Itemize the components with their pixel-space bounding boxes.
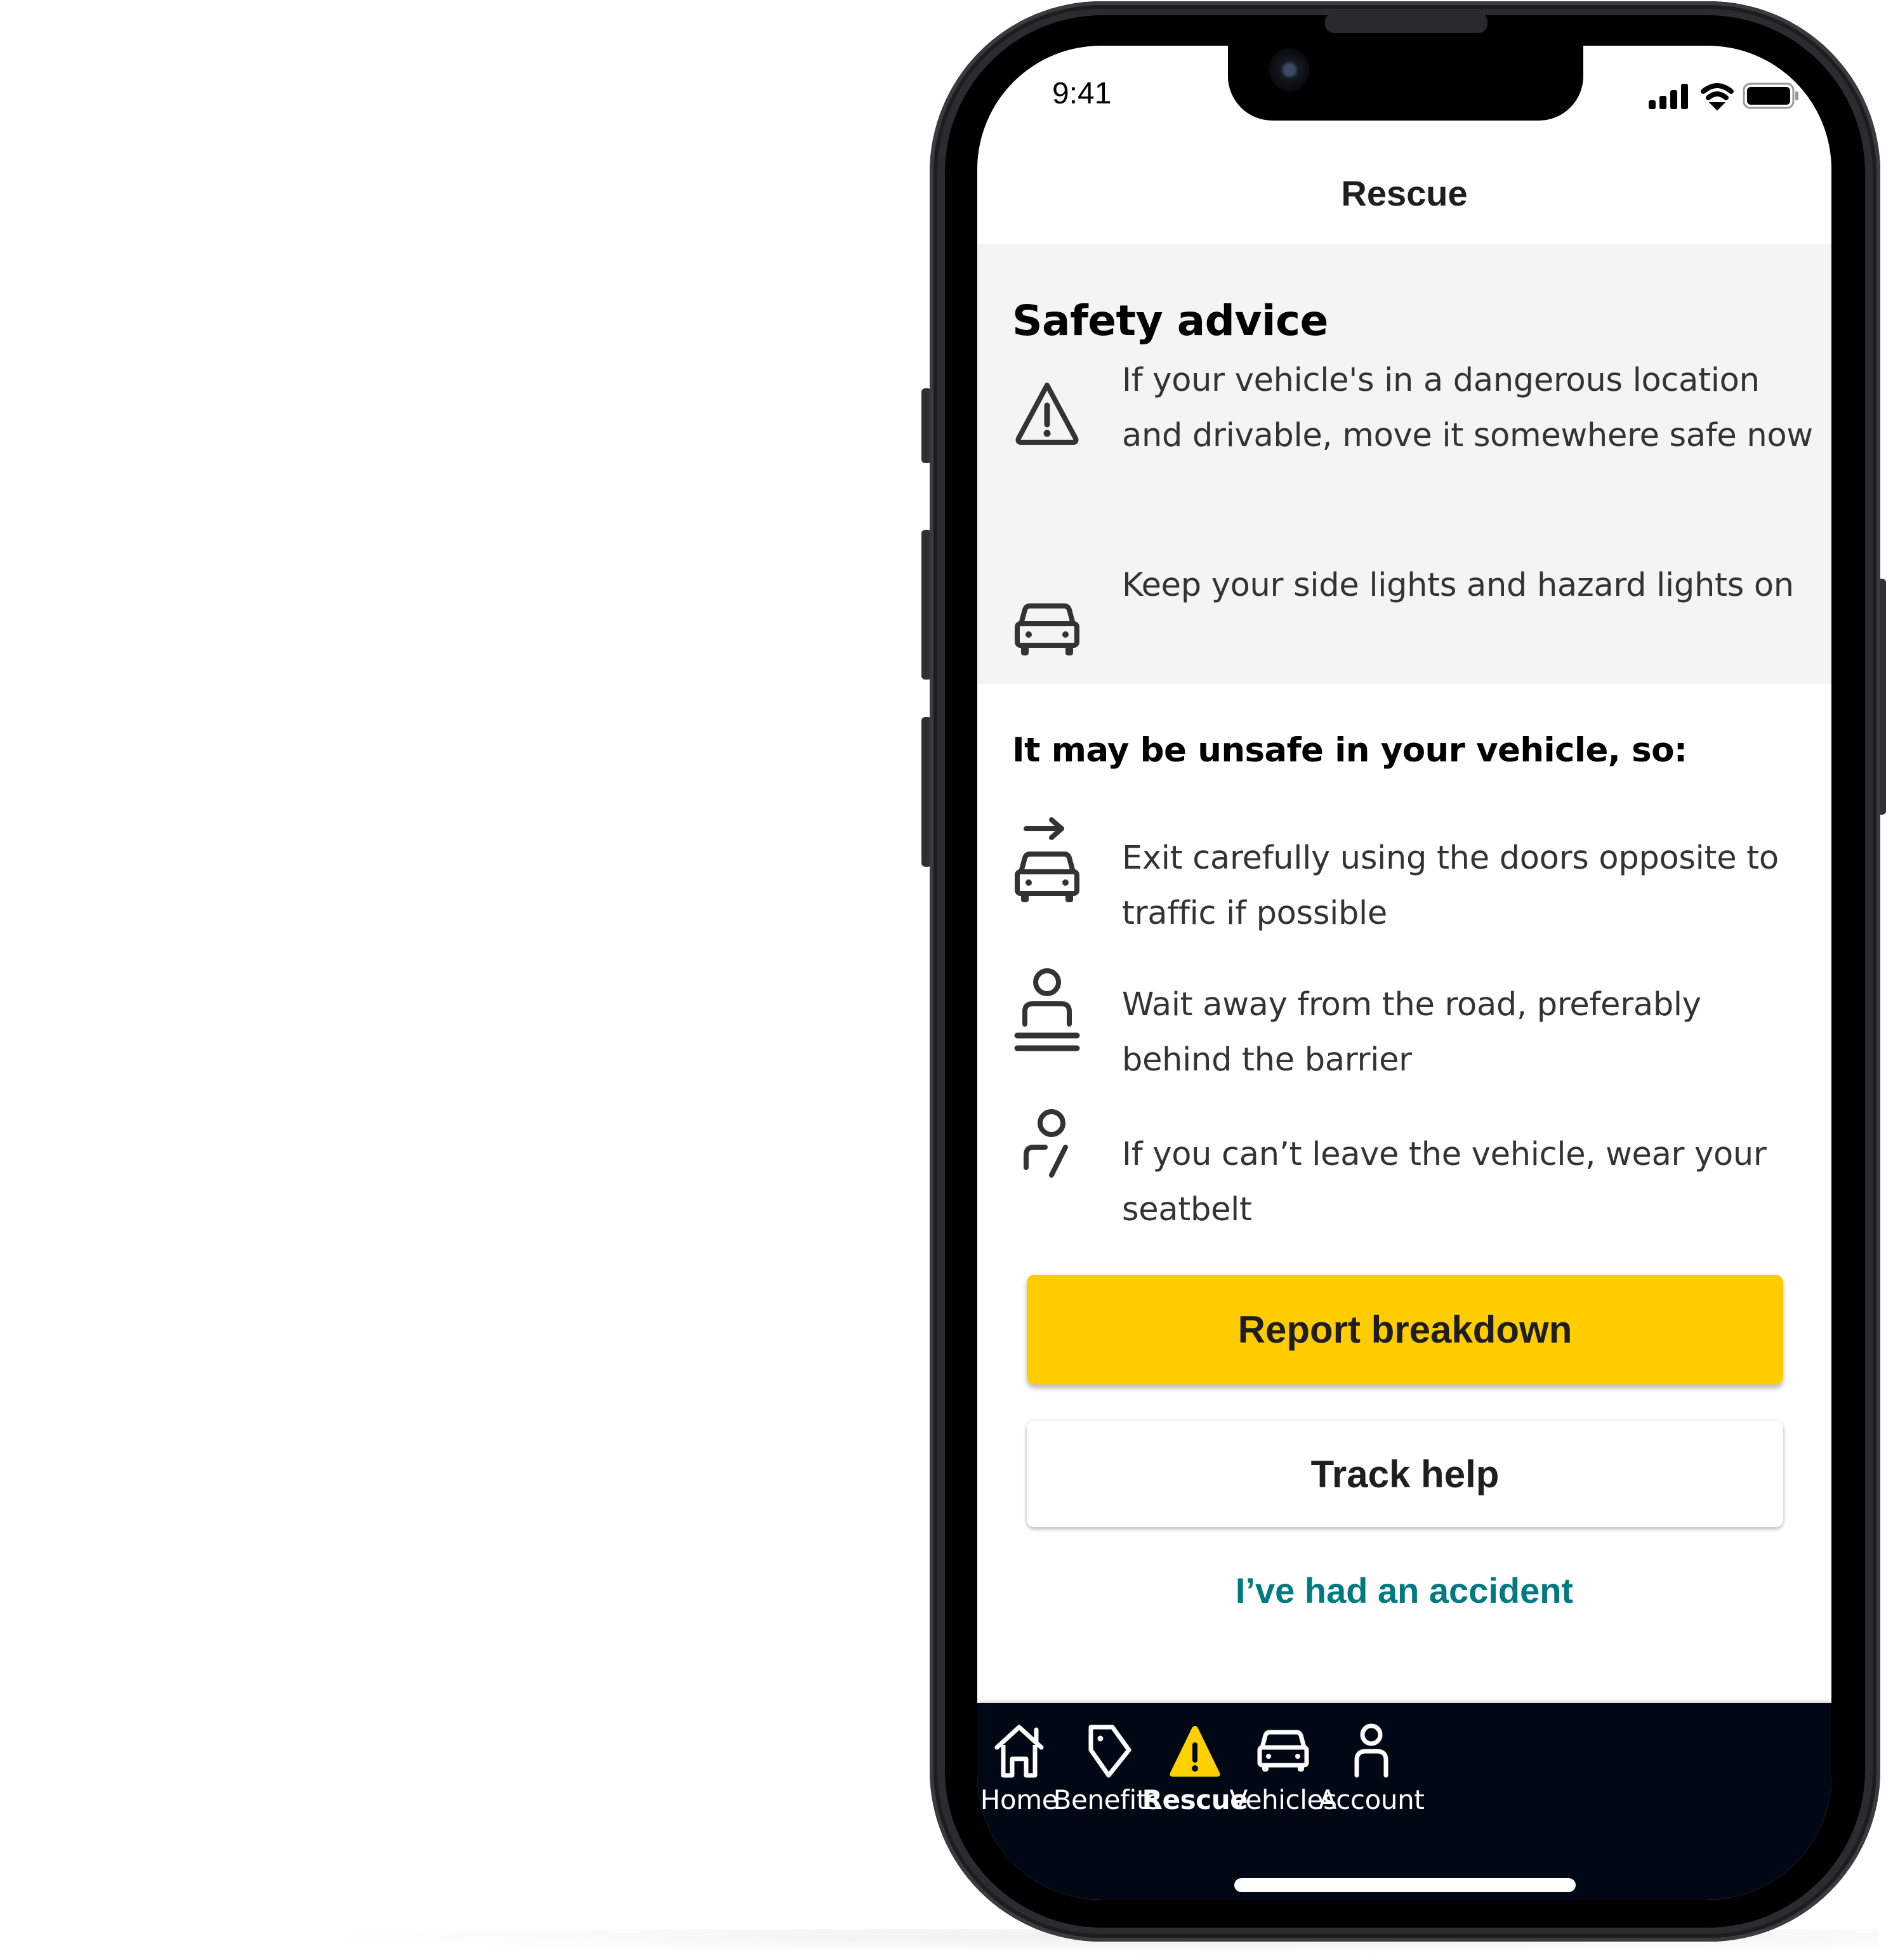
accident-link[interactable]: I’ve had an accident [977,1570,1831,1611]
page-title: Rescue [1341,173,1468,213]
person-behind-barrier-icon [1014,968,1080,1051]
car-icon [1015,603,1079,655]
person-icon [1354,1723,1388,1778]
display-notch [1228,46,1583,121]
battery-icon [1743,82,1798,109]
safety-advice-text-1: If your vehicle's in a dangerous locatio… [1122,362,1813,454]
home-indicator[interactable] [1234,1878,1576,1892]
unsafe-item-text-2: Wait away from the road, preferably behi… [1122,986,1701,1079]
safety-advice-text-2: Keep your side lights and hazard lights … [1122,567,1794,604]
report-breakdown-button[interactable]: Report breakdown [1027,1275,1783,1384]
warning-triangle-icon [1015,383,1079,445]
status-icons [1647,81,1806,112]
status-time: 9:41 [1052,77,1112,110]
unsafe-item-text-1: Exit carefully using the doors opposite … [1122,839,1779,932]
person-seatbelt-icon [1024,1109,1068,1178]
car-exit-arrow-icon [1015,817,1079,902]
tab-account[interactable]: Account [1289,1722,1454,1824]
tab-label: Account [1318,1784,1425,1815]
app-screen: 9:41 Rescue Safety advice If your vehicl… [977,46,1831,1900]
phone-speaker-grille [1325,13,1487,33]
unsafe-section-heading: It may be unsafe in your vehicle, so: [1012,731,1687,770]
cellular-signal-icon [1649,84,1688,109]
safety-advice-panel: Safety advice If your vehicle's in a dan… [977,244,1831,684]
track-help-button[interactable]: Track help [1027,1421,1783,1527]
safety-advice-heading: Safety advice [1012,296,1328,345]
wifi-icon [1701,83,1734,111]
bottom-tab-bar: Home Benefits Rescue Vehicles Account [977,1703,1831,1900]
unsafe-item-text-3: If you can’t leave the vehicle, wear you… [1122,1136,1767,1228]
front-camera [1269,48,1310,91]
